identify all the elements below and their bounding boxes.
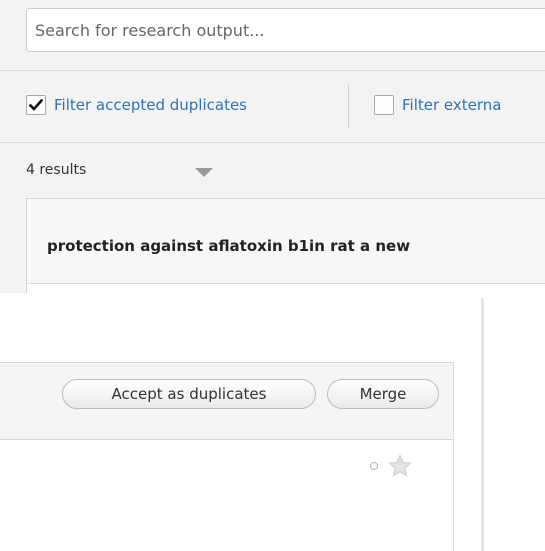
result-title-bar: protection against aflatoxin b1in rat a … bbox=[27, 199, 545, 284]
duplicates-toolbar: Accept as duplicates Merge bbox=[0, 362, 453, 440]
search-panel: Filter accepted duplicates Filter extern… bbox=[0, 0, 545, 293]
filter-accepted-duplicates-checkbox[interactable] bbox=[26, 95, 46, 115]
star-icon[interactable] bbox=[388, 454, 412, 478]
filter-accepted-duplicates[interactable]: Filter accepted duplicates bbox=[26, 88, 247, 122]
duplicates-panel: Accept as duplicates Merge bbox=[0, 362, 454, 551]
checkmark-icon bbox=[29, 99, 43, 111]
result-card[interactable]: protection against aflatoxin b1in rat a … bbox=[26, 198, 545, 293]
filter-external-checkbox[interactable] bbox=[374, 95, 394, 115]
result-title[interactable]: protection against aflatoxin b1in rat a … bbox=[47, 237, 410, 255]
divider bbox=[0, 70, 545, 71]
column-divider bbox=[481, 298, 484, 551]
results-count: 4 results bbox=[26, 162, 87, 178]
filter-external-label: Filter externa bbox=[402, 96, 502, 114]
merge-button[interactable]: Merge bbox=[327, 379, 439, 409]
item-actions bbox=[370, 453, 412, 479]
filter-separator bbox=[348, 84, 349, 128]
accept-as-duplicates-button[interactable]: Accept as duplicates bbox=[62, 379, 316, 409]
filter-accepted-duplicates-label: Filter accepted duplicates bbox=[54, 96, 248, 114]
search-input[interactable] bbox=[26, 8, 545, 52]
filter-external[interactable]: Filter externa bbox=[374, 88, 501, 122]
circle-icon bbox=[370, 462, 378, 470]
caret-down-icon[interactable] bbox=[195, 168, 213, 177]
divider bbox=[0, 142, 545, 143]
